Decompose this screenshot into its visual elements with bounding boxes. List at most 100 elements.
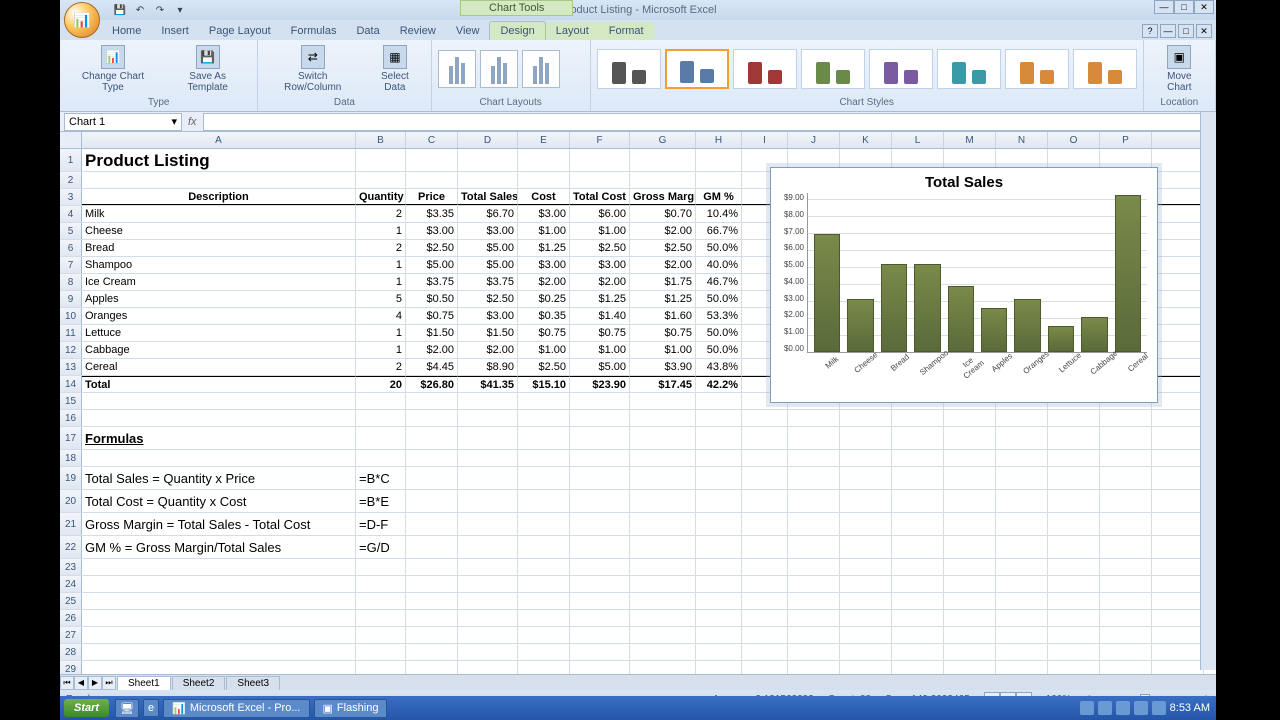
cell[interactable] — [1048, 610, 1100, 626]
cell[interactable] — [1048, 593, 1100, 609]
chart-style-thumb[interactable] — [937, 49, 1001, 89]
cell[interactable]: Cabbage — [82, 342, 356, 358]
column-header[interactable]: J — [788, 132, 840, 148]
chart-style-thumb[interactable] — [801, 49, 865, 89]
cell[interactable] — [630, 149, 696, 171]
cell[interactable] — [788, 661, 840, 674]
cell[interactable]: 2 — [356, 240, 406, 256]
cell[interactable]: $1.40 — [570, 308, 630, 324]
tab-home[interactable]: Home — [102, 22, 151, 40]
cell[interactable] — [630, 427, 696, 449]
cell[interactable]: 50.0% — [696, 325, 742, 341]
cell[interactable] — [996, 450, 1048, 466]
cell[interactable]: Apples — [82, 291, 356, 307]
column-header[interactable]: F — [570, 132, 630, 148]
tray-icon[interactable] — [1116, 701, 1130, 715]
cell[interactable]: $2.00 — [630, 223, 696, 239]
cell[interactable] — [518, 644, 570, 660]
cell[interactable] — [1100, 536, 1152, 558]
cell[interactable] — [630, 593, 696, 609]
cell[interactable] — [696, 513, 742, 535]
cell[interactable] — [742, 576, 788, 592]
cell[interactable] — [944, 490, 996, 512]
cell[interactable] — [944, 593, 996, 609]
cell[interactable] — [1152, 450, 1204, 466]
cell[interactable] — [1152, 308, 1204, 324]
cell[interactable] — [406, 393, 458, 409]
row-header[interactable]: 14 — [60, 376, 82, 392]
cell[interactable] — [518, 490, 570, 512]
cell[interactable] — [406, 450, 458, 466]
cell[interactable] — [742, 559, 788, 575]
cell[interactable]: Ice Cream — [82, 274, 356, 290]
cell[interactable] — [696, 149, 742, 171]
row-header[interactable]: 13 — [60, 359, 82, 375]
cell[interactable]: 10.4% — [696, 206, 742, 222]
cell[interactable] — [570, 172, 630, 188]
cell[interactable] — [82, 593, 356, 609]
cell[interactable]: 1 — [356, 257, 406, 273]
tray-icon[interactable] — [1098, 701, 1112, 715]
cell[interactable] — [742, 661, 788, 674]
cell[interactable] — [356, 410, 406, 426]
column-header[interactable]: P — [1100, 132, 1152, 148]
select-all-corner[interactable] — [60, 132, 82, 148]
cell[interactable] — [1048, 427, 1100, 449]
cell[interactable]: 43.8% — [696, 359, 742, 375]
cell[interactable] — [458, 149, 518, 171]
cell[interactable] — [458, 593, 518, 609]
cell[interactable] — [406, 513, 458, 535]
cell[interactable] — [630, 490, 696, 512]
column-header[interactable]: C — [406, 132, 458, 148]
cell[interactable] — [742, 644, 788, 660]
chart-style-thumb[interactable] — [1005, 49, 1069, 89]
cell[interactable]: Milk — [82, 206, 356, 222]
cell[interactable] — [518, 576, 570, 592]
column-header[interactable]: I — [742, 132, 788, 148]
cell[interactable]: $2.00 — [630, 257, 696, 273]
cell[interactable]: $3.75 — [406, 274, 458, 290]
cell[interactable] — [696, 576, 742, 592]
cell[interactable] — [630, 536, 696, 558]
cell[interactable] — [996, 644, 1048, 660]
row-header[interactable]: 18 — [60, 450, 82, 466]
cell[interactable]: Total Cost — [570, 189, 630, 205]
cell[interactable] — [518, 536, 570, 558]
cell[interactable] — [518, 410, 570, 426]
cell[interactable]: 2 — [356, 359, 406, 375]
row-header[interactable]: 5 — [60, 223, 82, 239]
cell[interactable] — [696, 427, 742, 449]
cell[interactable]: $6.00 — [570, 206, 630, 222]
cell[interactable] — [1048, 536, 1100, 558]
cell[interactable]: 20 — [356, 376, 406, 392]
sheet-nav-next[interactable]: ▶ — [88, 676, 102, 690]
cell[interactable]: Quantity — [356, 189, 406, 205]
cell[interactable] — [944, 627, 996, 643]
chart-layout-thumb[interactable] — [522, 50, 560, 88]
cell[interactable]: Cereal — [82, 359, 356, 375]
cell[interactable] — [406, 536, 458, 558]
cell[interactable]: GM % — [696, 189, 742, 205]
cell[interactable] — [840, 627, 892, 643]
cell[interactable] — [996, 490, 1048, 512]
cell[interactable] — [996, 593, 1048, 609]
cell[interactable] — [570, 450, 630, 466]
cell[interactable]: $5.00 — [570, 359, 630, 375]
fx-icon[interactable]: fx — [182, 116, 203, 128]
cell[interactable] — [518, 513, 570, 535]
cell[interactable]: $2.00 — [458, 342, 518, 358]
cell[interactable] — [742, 610, 788, 626]
cell[interactable] — [788, 450, 840, 466]
cell[interactable] — [458, 393, 518, 409]
cell[interactable] — [570, 576, 630, 592]
row-header[interactable]: 29 — [60, 661, 82, 674]
cell[interactable] — [840, 490, 892, 512]
cell[interactable] — [840, 593, 892, 609]
cell[interactable] — [788, 559, 840, 575]
cell[interactable] — [944, 513, 996, 535]
cell[interactable]: 50.0% — [696, 240, 742, 256]
cell[interactable] — [788, 410, 840, 426]
cell[interactable] — [1048, 410, 1100, 426]
cell[interactable] — [1152, 274, 1204, 290]
cell[interactable] — [944, 661, 996, 674]
